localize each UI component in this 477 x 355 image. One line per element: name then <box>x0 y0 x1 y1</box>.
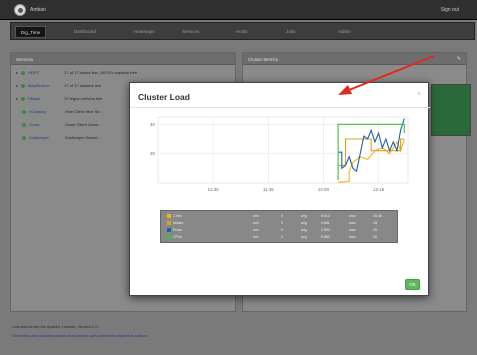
third-party-link[interactable]: See third-party tools/resources that Amb… <box>12 333 148 338</box>
plot-area <box>157 116 409 184</box>
main-nav: Dig_Time Dashboard Heatmaps Services Hos… <box>10 22 475 40</box>
tab-admin[interactable]: Admin <box>333 26 356 38</box>
x-tick-label: 11:45 <box>263 187 274 192</box>
legend-row-procs[interactable]: Procs min 0 avg 2.592 max 45 <box>161 227 399 233</box>
tab-dashboard[interactable]: Dashboard <box>69 26 101 38</box>
expand-caret-icon[interactable]: ▸ <box>16 96 18 101</box>
chart-legend: 1-min min 0 avg 6.913 max 28.48 Nodes mi… <box>160 210 398 243</box>
ok-button[interactable]: OK <box>405 279 420 290</box>
cluster-load-modal: Cluster Load × 11:30 11:45 12:00 12:15 20 40 … <box>129 82 430 296</box>
service-row-zookeeper[interactable]: ZooKeeper ZooKeeper Server... <box>22 135 101 144</box>
legend-swatch-icon <box>167 221 171 225</box>
status-ok-icon <box>21 83 26 88</box>
y-tick-label: 20 <box>150 151 156 156</box>
app-title: Ambari <box>30 7 46 13</box>
service-row-hbase[interactable]: ▸ HBase 17 region servers live <box>16 96 102 105</box>
ambari-logo-icon[interactable] <box>14 4 26 16</box>
y-tick-label: 40 <box>150 122 156 127</box>
status-ok-icon <box>21 70 26 75</box>
legend-swatch-icon <box>167 228 171 232</box>
wrench-icon[interactable]: ✎ <box>457 56 461 62</box>
expand-caret-icon[interactable]: ▸ <box>16 83 18 88</box>
top-bar: Ambari Sign out <box>0 0 477 20</box>
status-ok-icon <box>22 122 26 127</box>
legend-row-nodes[interactable]: Nodes min 0 avg 4.881 max 18 <box>161 220 399 226</box>
status-ok-icon <box>22 109 26 114</box>
annotation-arrow-icon <box>338 55 435 95</box>
cluster-load-chart: 11:30 11:45 12:00 12:15 20 40 <box>150 116 409 192</box>
service-row-hcatalog[interactable]: HCatalog Hive Client Hive Se... <box>22 109 103 118</box>
status-ok-icon <box>22 135 26 140</box>
legend-row-1min[interactable]: 1-min min 0 avg 6.913 max 28.48 <box>161 213 399 219</box>
x-tick-label: 12:15 <box>373 187 385 192</box>
x-tick-label: 12:00 <box>318 187 330 192</box>
service-row-hdfs[interactable]: ▸ HDFS 17 of 17 nodes live, 100.0% capacit… <box>16 70 137 79</box>
legend-swatch-icon <box>167 235 171 239</box>
license-text: Licensed under the Apache License, Versi… <box>12 324 99 329</box>
tab-services[interactable]: Services <box>177 26 204 38</box>
tab-hosts[interactable]: Hosts <box>231 26 253 38</box>
modal-divider <box>130 107 430 108</box>
x-tick-label: 11:30 <box>208 187 219 192</box>
tab-jobs[interactable]: Jobs <box>281 26 301 38</box>
service-row-oozie[interactable]: Oozie Oozie Client Oozie... <box>22 122 102 131</box>
cluster-metrics-title: Cluster Metrics <box>248 57 279 62</box>
tab-dig-time[interactable]: Dig_Time <box>15 26 47 38</box>
status-ok-icon <box>21 96 26 101</box>
modal-title: Cluster Load <box>138 92 190 102</box>
legend-row-cpus[interactable]: CPUs min 0 avg 6.883 max 36 <box>161 234 399 240</box>
expand-caret-icon[interactable]: ▸ <box>16 70 18 75</box>
services-panel-title: Services <box>11 53 235 65</box>
signout-link[interactable]: Sign out <box>441 7 459 13</box>
legend-swatch-icon <box>167 214 171 218</box>
service-row-mapreduce[interactable]: ▸ MapReduce 17 of 17 trackers live <box>16 83 101 92</box>
tab-heatmaps[interactable]: Heatmaps <box>129 26 160 38</box>
